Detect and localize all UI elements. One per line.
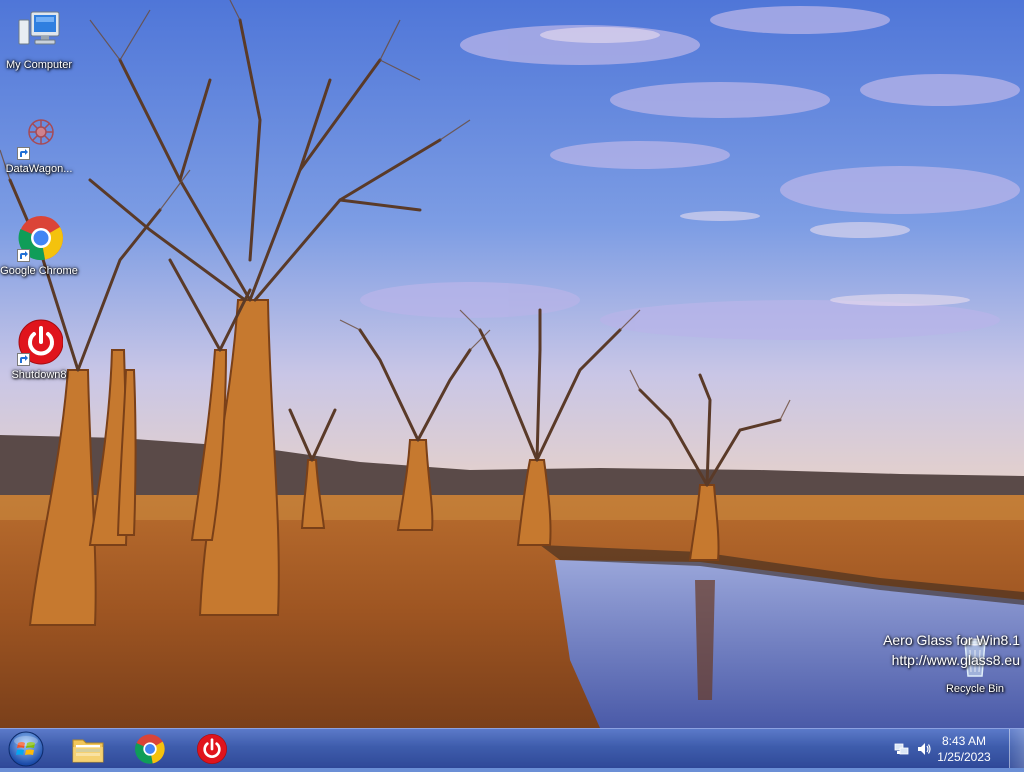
watermark-title: Aero Glass for Win8.1 [883, 632, 1020, 648]
taskbar-chrome-button[interactable] [124, 731, 176, 767]
taskbar: 8:43 AM 1/25/2023 [0, 728, 1024, 768]
network-icon[interactable] [894, 741, 910, 757]
desktop-icon-shutdown8[interactable]: Shutdown8 [0, 318, 78, 382]
computer-icon [15, 8, 63, 56]
datawagon-icon [15, 112, 63, 160]
chrome-icon [135, 734, 165, 764]
taskbar-shutdown-button[interactable] [186, 731, 238, 767]
show-desktop-button[interactable] [1009, 729, 1024, 768]
start-button[interactable] [6, 731, 46, 767]
windows-start-orb-icon [8, 731, 44, 767]
system-tray: 8:43 AM 1/25/2023 [884, 729, 1024, 769]
desktop-icon-datawagon[interactable]: DataWagon... [0, 112, 78, 176]
desktop-icon-label: Recycle Bin [945, 683, 1005, 695]
clock-date: 1/25/2023 [937, 750, 991, 764]
chrome-icon [15, 214, 63, 262]
desktop-icon-label: My Computer [5, 59, 73, 71]
power-icon [15, 318, 64, 366]
aero-glass-watermark: Aero Glass for Win8.1 http://www.glass8.… [883, 630, 1020, 670]
desktop-icon-google-chrome[interactable]: Google Chrome [0, 214, 78, 278]
shortcut-arrow-icon [17, 147, 30, 160]
desktop-icon-my-computer[interactable]: My Computer [0, 8, 78, 72]
power-icon [197, 734, 227, 764]
shortcut-arrow-icon [17, 353, 30, 366]
watermark-url: http://www.glass8.eu [891, 652, 1020, 668]
desktop-wallpaper [0, 0, 1024, 728]
desktop-icon-label: Shutdown8 [11, 369, 67, 381]
taskbar-clock[interactable]: 8:43 AM 1/25/2023 [928, 733, 1000, 765]
shortcut-arrow-icon [17, 249, 30, 262]
clock-time: 8:43 AM [941, 734, 987, 748]
taskbar-file-explorer-button[interactable] [62, 731, 114, 767]
desktop-icon-label: Google Chrome [0, 265, 78, 277]
file-explorer-icon [72, 739, 104, 763]
desktop-icon-label: DataWagon... [5, 163, 73, 175]
